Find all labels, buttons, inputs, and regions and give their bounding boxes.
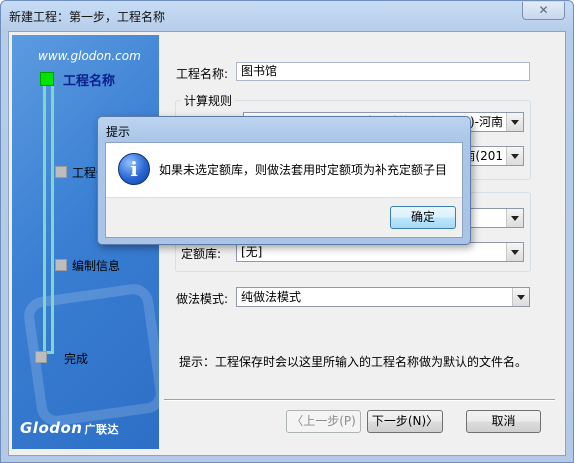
step-track-line-2 [51,79,54,353]
next-button[interactable]: 下一步(N)〉 [367,410,443,433]
step-marker [55,259,67,271]
hint-text: 提示：工程保存时会以这里所输入的工程名称做为默认的文件名。 [179,355,528,369]
dialog-title: 提示 [106,125,131,139]
step-track-line [43,79,46,353]
project-name-label: 工程名称: [176,67,229,81]
project-name-input[interactable]: 图书馆 [236,62,530,81]
message-dialog: 提示 i 如果未选定额库，则做法套用时定额项为补充定额子目 确定 [97,116,471,245]
calc-rules-group-label: 计算规则 [181,92,236,109]
title-bar[interactable]: 新建工程：第一步，工程名称 ✕ [1,1,573,31]
chevron-down-icon [506,113,523,131]
step-marker [55,166,67,178]
method-mode-label: 做法模式: [176,292,229,306]
info-icon: i [118,153,150,185]
chevron-down-icon [506,147,523,165]
cancel-button[interactable]: 取消 [466,410,541,433]
ok-button[interactable]: 确定 [390,206,456,229]
website-label: www.glodon.com [38,49,141,63]
chevron-down-icon [506,209,523,227]
footer-divider [164,399,555,401]
prev-button[interactable]: 〈上一步(P) [286,410,361,433]
step-marker [35,351,47,363]
method-mode-select[interactable]: 纯做法模式 [236,287,530,307]
step-finish: 完成 [64,352,89,366]
dialog-body: i 如果未选定额库，则做法套用时定额项为补充定额子目 确定 [105,142,463,238]
chevron-down-icon [512,288,529,306]
dialog-message: 如果未选定额库，则做法套用时定额项为补充定额子目 [159,163,448,177]
quota-lib-label: 定额库: [181,247,222,261]
step-project-name: 工程名称 [63,74,116,89]
quota-lib-select[interactable]: [无] [236,242,524,262]
step-compile-info: 编制信息 [72,259,121,273]
close-button[interactable]: ✕ [522,2,565,20]
close-icon: ✕ [538,3,549,17]
chevron-down-icon [506,243,523,261]
step-marker-active [40,72,54,86]
dialog-footer: 确定 [106,197,462,237]
glodon-logo: Glodon 广联达 [20,419,119,437]
window-title: 新建工程：第一步，工程名称 [9,10,166,24]
